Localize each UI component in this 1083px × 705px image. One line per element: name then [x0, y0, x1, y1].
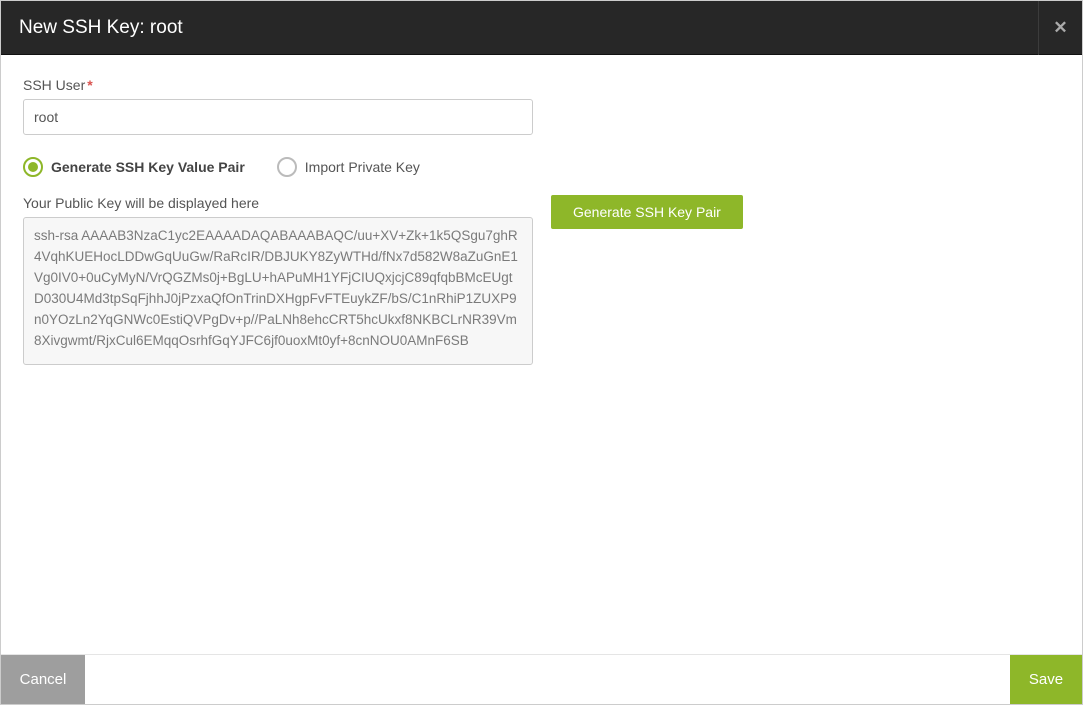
radio-icon [277, 157, 297, 177]
radio-import-label: Import Private Key [305, 159, 420, 175]
save-button[interactable]: Save [1010, 655, 1082, 704]
radio-generate[interactable]: Generate SSH Key Value Pair [23, 157, 245, 177]
close-icon: ✕ [1053, 19, 1067, 36]
ssh-user-input[interactable] [23, 99, 533, 135]
ssh-key-modal: New SSH Key: root ✕ SSH User* Generate S… [0, 0, 1083, 705]
modal-body: SSH User* Generate SSH Key Value Pair Im… [1, 55, 1082, 654]
close-button[interactable]: ✕ [1038, 1, 1082, 55]
key-mode-radios: Generate SSH Key Value Pair Import Priva… [23, 157, 1060, 177]
public-key-column: Your Public Key will be displayed here s… [23, 195, 533, 368]
ssh-user-label: SSH User* [23, 77, 1060, 93]
cancel-button[interactable]: Cancel [1, 655, 85, 704]
modal-header: New SSH Key: root ✕ [1, 1, 1082, 55]
key-section: Your Public Key will be displayed here s… [23, 195, 1060, 368]
public-key-label: Your Public Key will be displayed here [23, 195, 533, 211]
required-asterisk: * [87, 77, 92, 93]
modal-title: New SSH Key: root [19, 17, 183, 39]
radio-import[interactable]: Import Private Key [277, 157, 420, 177]
generate-button[interactable]: Generate SSH Key Pair [551, 195, 743, 229]
public-key-textarea[interactable]: ssh-rsa AAAAB3NzaC1yc2EAAAADAQABAAABAQC/… [23, 217, 533, 365]
radio-icon [23, 157, 43, 177]
modal-footer: Cancel Save [1, 654, 1082, 704]
radio-generate-label: Generate SSH Key Value Pair [51, 159, 245, 175]
ssh-user-label-text: SSH User [23, 77, 85, 93]
